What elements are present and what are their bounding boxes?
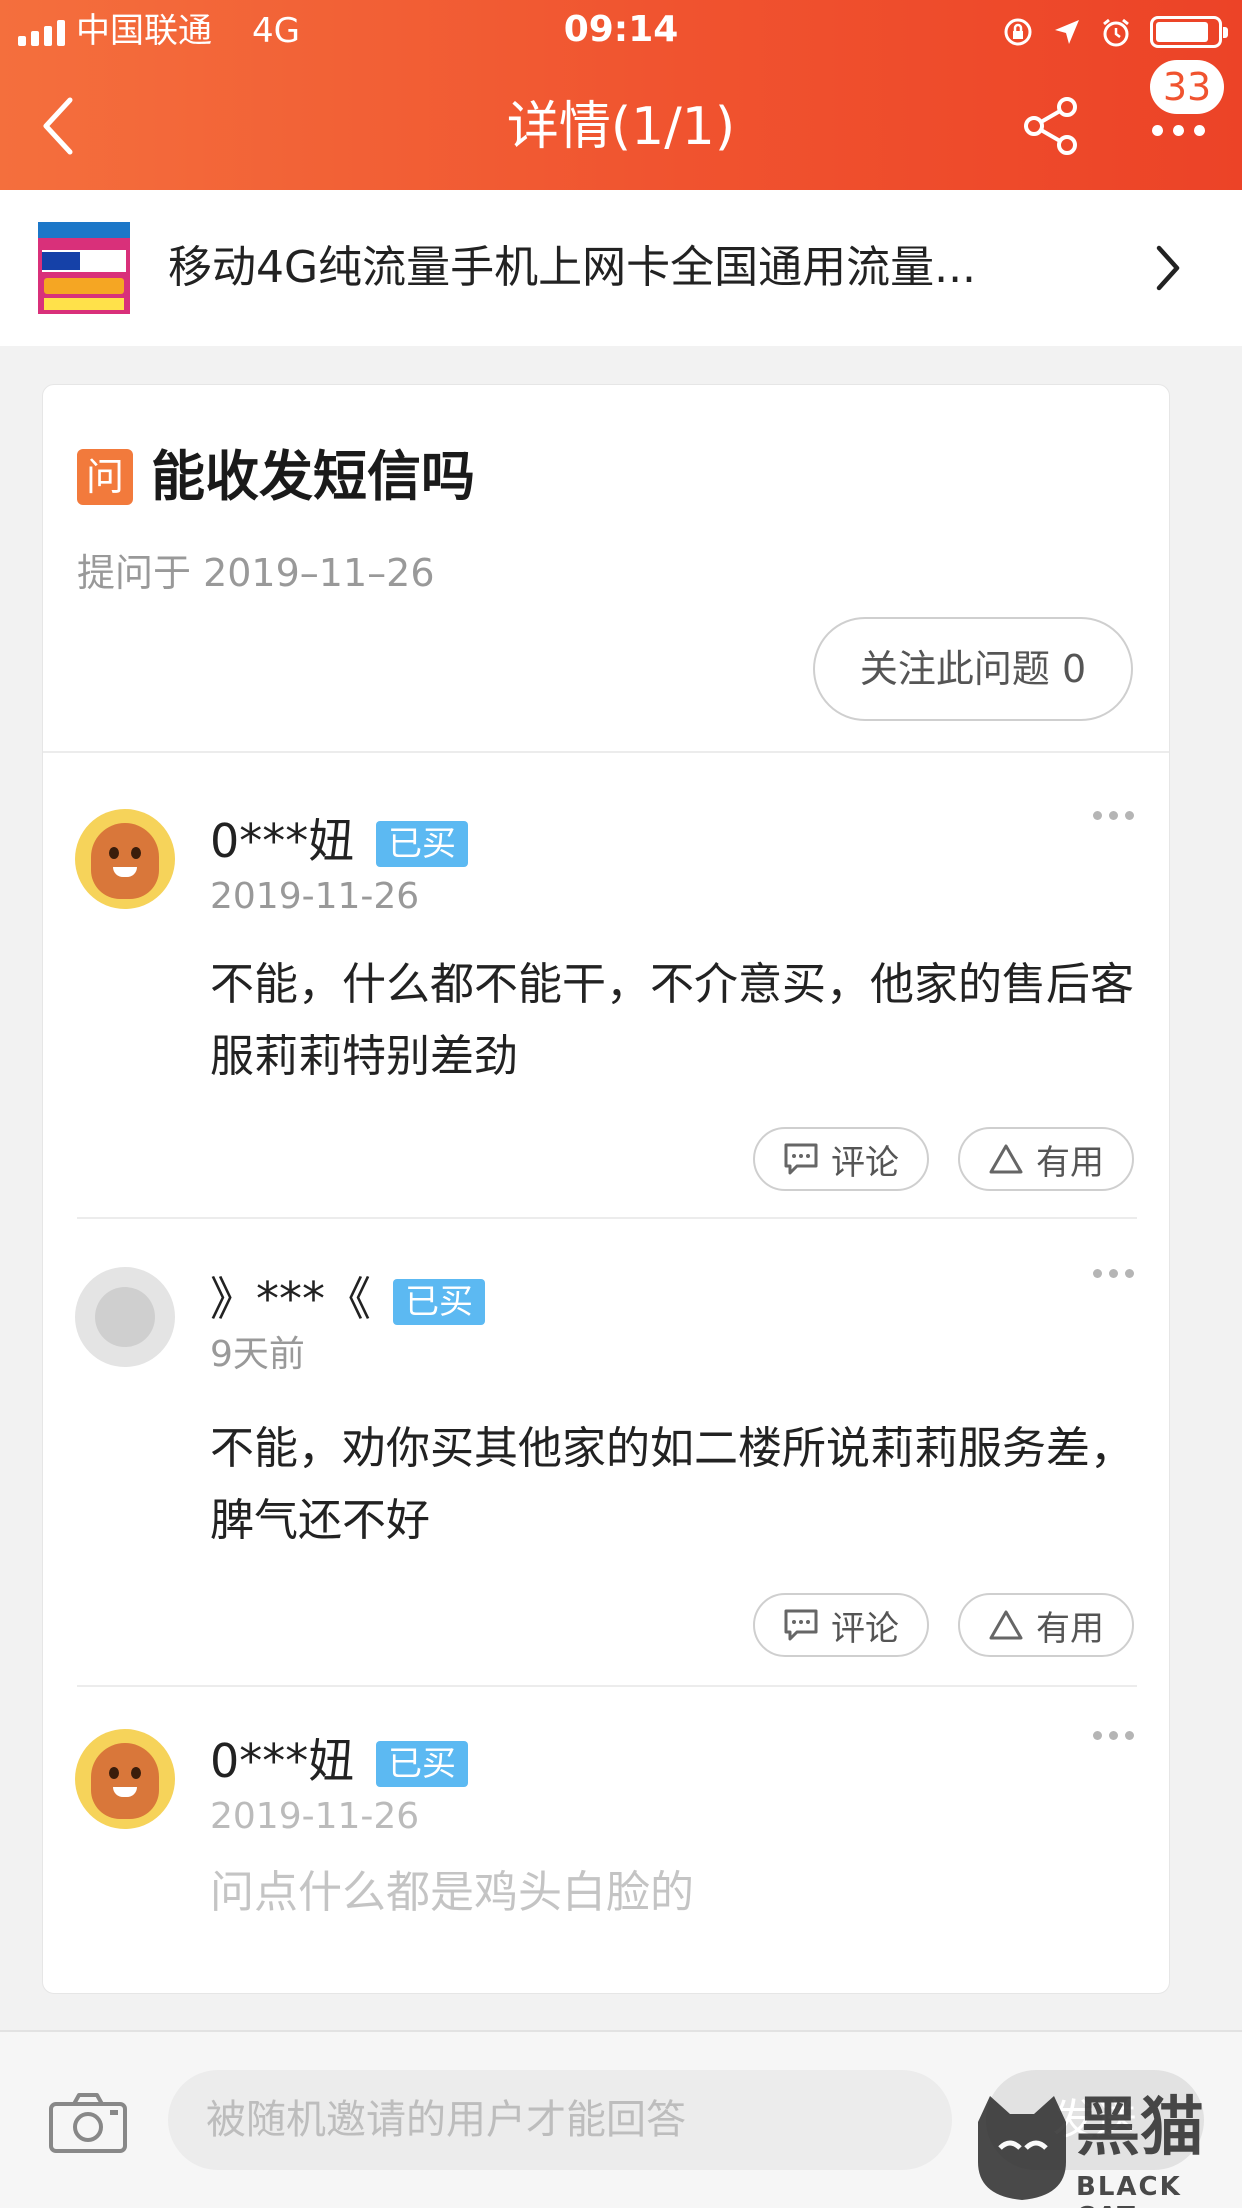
product-bar[interactable]: 移动4G纯流量手机上网卡全国通用流量... (0, 190, 1242, 346)
bought-badge: 已买 (393, 1279, 485, 1325)
watermark: 黑猫 BLACK CAT (968, 2090, 1240, 2208)
answer-item: 》***《 已买 9天前 不能，劝你买其他家的如二楼所说莉莉服务差，脾气还不好 … (43, 1267, 1169, 1687)
question-icon: 问 (77, 449, 133, 505)
reply-input[interactable] (168, 2070, 952, 2170)
follow-question-button[interactable]: 关注此问题 0 (813, 617, 1133, 721)
answer-author: 》***《 (210, 1272, 371, 1326)
answer-text: 问点什么都是鸡头白脸的 (210, 1867, 694, 1918)
answer-more-button[interactable] (1093, 1731, 1134, 1740)
app-header: 中国联通 4G 09:14 详情(1/1) 33 (0, 0, 1242, 190)
answer-more-button[interactable] (1093, 1269, 1134, 1278)
useful-button[interactable]: 有用 (958, 1127, 1134, 1191)
answer-text: 不能，劝你买其他家的如二楼所说莉莉服务差，脾气还不好 (210, 1423, 1134, 1546)
answer-author: 0***妞 (210, 1734, 355, 1788)
useful-label: 有用 (1036, 1608, 1104, 1649)
comment-icon (784, 1143, 818, 1175)
avatar[interactable] (75, 809, 175, 909)
bought-badge: 已买 (376, 1741, 468, 1787)
avatar[interactable] (75, 1729, 175, 1829)
comment-button[interactable]: 评论 (753, 1593, 929, 1657)
divider (77, 1685, 1137, 1687)
bought-badge: 已买 (376, 821, 468, 867)
black-cat-logo (978, 2096, 1066, 2200)
question-date: 提问于 2019–11–26 (77, 551, 435, 595)
answer-author: 0***妞 (210, 814, 355, 868)
answer-item: 0***妞 已买 2019-11-26 问点什么都是鸡头白脸的 (43, 1729, 1169, 1989)
product-title: 移动4G纯流量手机上网卡全国通用流量... (168, 242, 977, 293)
question-card: 问 能收发短信吗 提问于 2019–11–26 关注此问题 0 0***妞 已买… (42, 384, 1170, 1994)
status-bar: 中国联通 4G 09:14 (0, 0, 1242, 62)
share-icon (1024, 97, 1077, 155)
answer-date: 2019-11-26 (210, 876, 420, 917)
orientation-lock-icon (1004, 18, 1032, 46)
camera-button[interactable] (48, 2090, 128, 2154)
answer-date: 2019-11-26 (210, 1796, 420, 1837)
comment-icon (784, 1609, 818, 1641)
useful-icon (989, 1144, 1023, 1174)
answer-text: 不能，什么都不能干，不介意买，他家的售后客服莉莉特别差劲 (210, 959, 1134, 1082)
comment-label: 评论 (831, 1608, 899, 1649)
alarm-icon (1103, 18, 1129, 47)
answer-more-button[interactable] (1093, 811, 1134, 820)
useful-button[interactable]: 有用 (958, 1593, 1134, 1657)
answer-item: 0***妞 已买 2019-11-26 不能，什么都不能干，不介意买，他家的售后… (43, 809, 1169, 1209)
watermark-title: 黑猫 (1076, 2091, 1204, 2165)
status-icons (1002, 12, 1228, 52)
comment-button[interactable]: 评论 (753, 1127, 929, 1191)
camera-icon (49, 2093, 127, 2153)
avatar[interactable] (75, 1267, 175, 1367)
message-count-badge: 33 (1150, 60, 1224, 114)
useful-icon (989, 1610, 1023, 1640)
divider (77, 1217, 1137, 1219)
useful-label: 有用 (1036, 1142, 1104, 1183)
watermark-subtitle: BLACK CAT (1076, 2172, 1182, 2208)
answer-date: 9天前 (210, 1334, 305, 1375)
share-button[interactable] (1016, 88, 1086, 164)
chevron-right-icon (1148, 236, 1188, 300)
location-icon (1055, 20, 1079, 44)
battery-icon (1150, 16, 1228, 48)
product-thumbnail (38, 222, 130, 314)
divider (43, 751, 1169, 753)
comment-label: 评论 (831, 1142, 899, 1183)
question-title: 能收发短信吗 (151, 445, 475, 508)
